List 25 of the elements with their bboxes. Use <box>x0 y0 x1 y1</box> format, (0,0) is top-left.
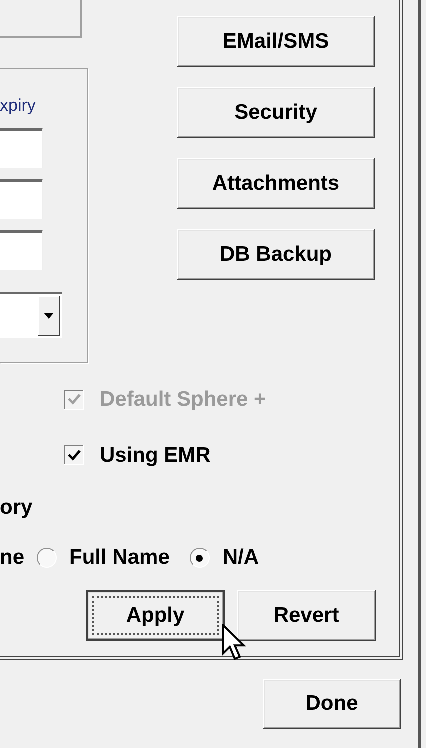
checkbox[interactable] <box>64 445 84 466</box>
radio-button[interactable] <box>190 548 210 568</box>
done-button[interactable]: Done <box>263 679 401 729</box>
section-label: ory <box>0 496 33 519</box>
checkbox-label: Default Sphere + <box>100 387 266 413</box>
input-field[interactable] <box>0 230 43 270</box>
settings-button[interactable]: Security <box>177 87 375 138</box>
checkmark-icon <box>68 450 80 461</box>
radio-label: Full Name <box>70 545 170 572</box>
group-label: xpiry <box>0 95 37 117</box>
settings-button[interactable]: DB Backup <box>177 229 375 280</box>
radio-button[interactable] <box>36 548 57 568</box>
panel-button[interactable]: Apply <box>86 590 225 641</box>
caret-icon <box>44 313 54 319</box>
radio-label: ne <box>0 545 25 572</box>
panel-button[interactable]: Revert <box>237 590 376 641</box>
checkmark-icon <box>68 394 80 406</box>
mouse-cursor-icon <box>222 624 248 662</box>
radio-label: N/A <box>222 545 260 572</box>
checkbox-label: Using EMR <box>100 442 211 468</box>
dropdown-field[interactable] <box>0 292 62 338</box>
settings-button[interactable]: EMail/SMS <box>177 16 375 67</box>
input-field[interactable] <box>0 128 43 168</box>
input-field[interactable] <box>0 179 43 219</box>
settings-button[interactable]: Attachments <box>177 158 375 209</box>
